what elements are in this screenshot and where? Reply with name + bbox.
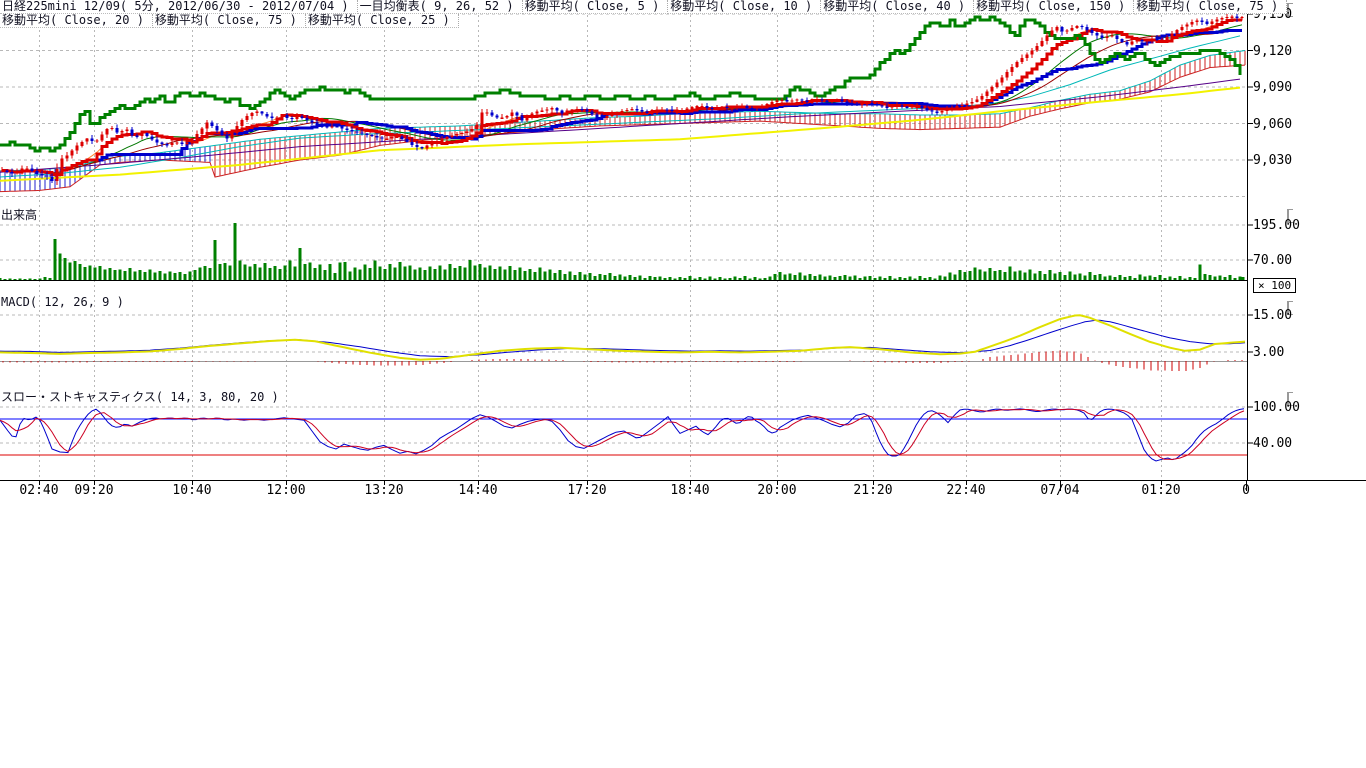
macd-axis-label: 15.00 [1253, 308, 1292, 323]
volume-axis-label: 195.00 [1253, 218, 1300, 233]
time-axis-label: 01:20 [1141, 483, 1180, 498]
legend-item[interactable]: 移動平均( Close, 75 ) [153, 14, 306, 28]
time-axis-label: 20:00 [757, 483, 796, 498]
time-axis-label: 07/04 [1040, 483, 1079, 498]
time-axis-label: 21:20 [853, 483, 892, 498]
time-axis-label: 14:40 [458, 483, 497, 498]
time-axis-label: 12:00 [266, 483, 305, 498]
price-axis-label: 9,060 [1253, 117, 1292, 132]
legend-row-2: 移動平均( Close, 20 )移動平均( Close, 75 )移動平均( … [0, 14, 459, 28]
legend-item[interactable]: 移動平均( Close, 150 ) [974, 0, 1134, 14]
legend-item[interactable]: 移動平均( Close, 20 ) [0, 14, 153, 28]
legend-row-1: 日経225mini 12/09( 5分, 2012/06/30 - 2012/0… [0, 0, 1287, 14]
time-axis-label: 0 [1242, 483, 1250, 498]
time-axis-label: 18:40 [670, 483, 709, 498]
price-axis-label: 9,120 [1253, 44, 1292, 59]
time-axis-label: 10:40 [172, 483, 211, 498]
legend-item[interactable]: 移動平均( Close, 75 ) [1134, 0, 1287, 14]
stochastics-axis-label: 100.00 [1253, 400, 1300, 415]
legend-item[interactable]: 移動平均( Close, 5 ) [523, 0, 669, 14]
time-axis-label: 02:40 [19, 483, 58, 498]
chart-application-window: { "header": { "row1": ["日経225mini 12/09(… [0, 0, 1366, 768]
chart-canvas[interactable] [0, 0, 1366, 510]
volume-panel-label: 出来高 [1, 206, 37, 223]
legend-item[interactable]: 移動平均( Close, 40 ) [821, 0, 974, 14]
macd-axis-label: 3.00 [1253, 345, 1284, 360]
stochastics-panel-label: スロー・ストキャスティクス( 14, 3, 80, 20 ) [1, 388, 279, 405]
price-axis-label: 9,030 [1253, 153, 1292, 168]
volume-axis-label: 70.00 [1253, 253, 1292, 268]
legend-item[interactable]: 移動平均( Close, 25 ) [306, 14, 459, 28]
macd-panel-label: MACD( 12, 26, 9 ) [1, 295, 124, 309]
stochastics-axis-label: 40.00 [1253, 436, 1292, 451]
volume-multiplier-box: × 100 [1253, 278, 1296, 293]
legend-item[interactable]: 一目均衡表( 9, 26, 52 ) [358, 0, 523, 14]
legend-item[interactable]: 日経225mini 12/09( 5分, 2012/06/30 - 2012/0… [0, 0, 358, 14]
time-axis-label: 22:40 [946, 483, 985, 498]
time-axis-label: 17:20 [567, 483, 606, 498]
price-axis-label: 9,090 [1253, 80, 1292, 95]
legend-item[interactable]: 移動平均( Close, 10 ) [668, 0, 821, 14]
time-axis-label: 09:20 [74, 483, 113, 498]
time-axis-label: 13:20 [364, 483, 403, 498]
